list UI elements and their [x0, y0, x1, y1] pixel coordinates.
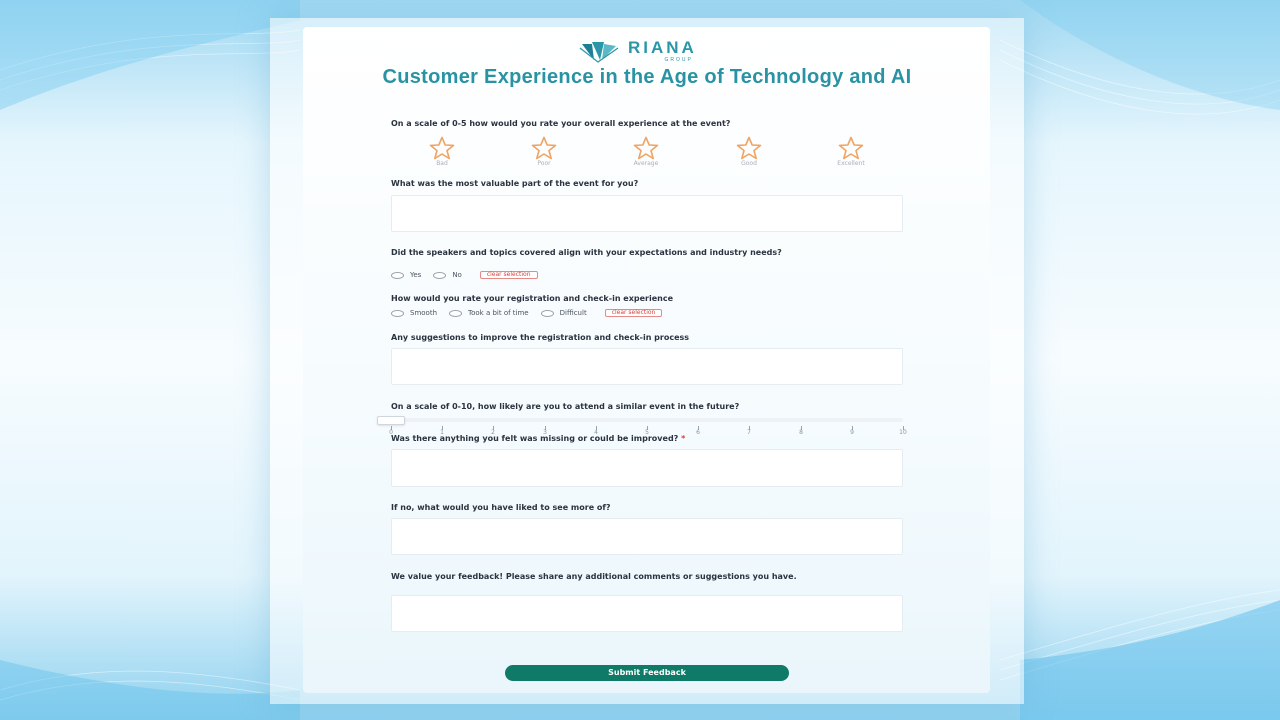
submit-feedback-button[interactable]: Submit Feedback	[505, 665, 789, 681]
slider-tick: 6	[692, 426, 704, 436]
star-icon	[633, 136, 659, 160]
star-icon	[429, 136, 455, 160]
likelihood-question: On a scale of 0-10, how likely are you t…	[391, 402, 740, 411]
star-label: Average	[633, 160, 659, 167]
star-option-1[interactable]: Bad	[412, 136, 472, 168]
registration-question: How would you rate your registration and…	[391, 294, 674, 303]
likelihood-slider-handle[interactable]	[377, 416, 405, 425]
star-option-4[interactable]: Good	[719, 136, 779, 168]
slider-tick: 8	[795, 426, 807, 436]
star-option-2[interactable]: Poor	[514, 136, 574, 168]
feedback-field[interactable]	[391, 595, 903, 632]
star-option-3[interactable]: Average	[616, 136, 676, 168]
suggestions-question: Any suggestions to improve the registrat…	[391, 333, 690, 342]
registration-options: Smooth Took a bit of time Difficult clea…	[391, 308, 663, 318]
missing-question: Was there anything you felt was missing …	[391, 434, 686, 443]
radio-circle[interactable]	[433, 271, 447, 279]
radio-label: Took a bit of time	[468, 309, 529, 317]
valuable-question: What was the most valuable part of the e…	[391, 179, 639, 188]
more-of-field[interactable]	[391, 518, 903, 555]
more-of-question: If no, what would you have liked to see …	[391, 503, 611, 512]
radio-circle[interactable]	[449, 309, 463, 317]
radio-label: No	[452, 271, 462, 279]
suggestions-field[interactable]	[391, 348, 903, 385]
radio-label: Difficult	[559, 309, 587, 317]
required-mark: *	[681, 434, 686, 443]
brand-logo: RIANA GROUP	[578, 38, 718, 64]
clear-selection-button[interactable]: clear selection	[479, 271, 538, 279]
star-icon	[838, 136, 864, 160]
radio-label: Yes	[410, 271, 422, 279]
slider-tick: 7	[743, 426, 755, 436]
brand-name: RIANA	[628, 38, 697, 57]
star-label: Excellent	[837, 160, 865, 167]
brand-sub: GROUP	[664, 57, 693, 63]
radio-difficult[interactable]: Difficult	[540, 309, 587, 317]
clear-selection-button[interactable]: clear selection	[604, 309, 663, 317]
slider-tick: 9	[846, 426, 858, 436]
radio-circle[interactable]	[391, 271, 404, 279]
star-label: Poor	[537, 160, 551, 167]
slider-tick: 10	[897, 426, 909, 436]
valuable-field[interactable]	[391, 195, 903, 232]
star-icon	[531, 136, 557, 160]
riana-logo-icon	[579, 42, 619, 63]
feedback-question: We value your feedback! Please share any…	[391, 572, 797, 581]
star-icon	[736, 136, 762, 160]
star-option-5[interactable]: Excellent	[821, 136, 881, 168]
radio-label: Smooth	[410, 309, 438, 317]
radio-took-time[interactable]: Took a bit of time	[449, 309, 529, 317]
speakers-options: Yes No clear selection	[391, 270, 538, 280]
radio-circle[interactable]	[540, 309, 554, 317]
star-label: Good	[741, 160, 757, 167]
star-rating: Bad Poor Average Good Excellent	[391, 136, 903, 170]
page-title: Customer Experience in the Age of Techno…	[382, 66, 912, 88]
radio-no[interactable]: No	[433, 271, 462, 279]
radio-yes[interactable]: Yes	[391, 271, 421, 279]
missing-field[interactable]	[391, 449, 903, 487]
speakers-question: Did the speakers and topics covered alig…	[391, 248, 782, 257]
rating-question: On a scale of 0-5 how would you rate you…	[391, 119, 731, 128]
star-label: Bad	[436, 160, 448, 167]
radio-circle[interactable]	[391, 309, 404, 317]
likelihood-slider-track[interactable]	[391, 418, 903, 422]
radio-smooth[interactable]: Smooth	[391, 309, 437, 317]
